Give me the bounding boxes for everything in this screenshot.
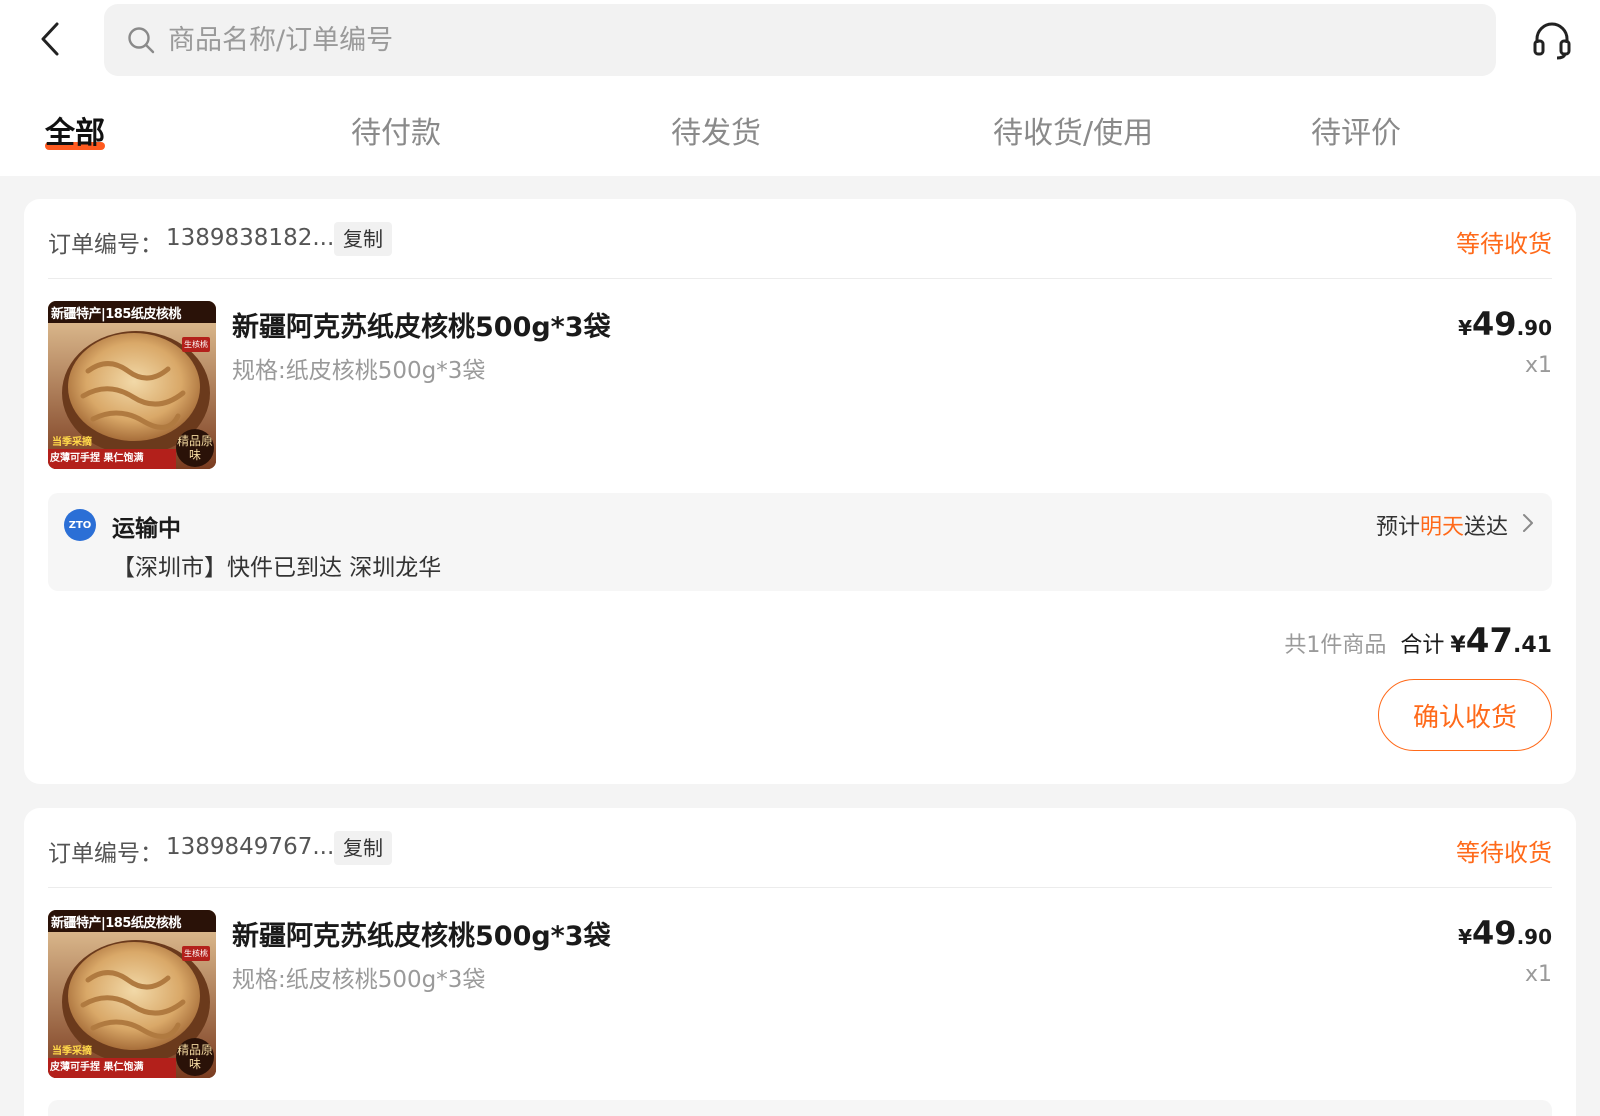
thumb-badge: 生核桃 <box>182 946 210 961</box>
delivery-eta: 预计明天送达 <box>1376 509 1508 541</box>
tab-label: 待付款 <box>351 116 441 151</box>
product-title[interactable]: 新疆阿克苏纸皮核桃500g*3袋 <box>232 305 611 344</box>
search-input[interactable] <box>168 24 1368 56</box>
price-currency: ¥ <box>1458 316 1473 340</box>
tab-all[interactable]: 全部 <box>45 108 105 158</box>
item-count: 共1件商品 <box>1284 633 1387 658</box>
confirm-receipt-button[interactable]: 确认收货 <box>1378 679 1552 751</box>
thumb-tag-bottom: 皮薄可手捏 果仁饱满 <box>48 449 176 469</box>
logistics-panel-partial[interactable] <box>48 1100 1552 1116</box>
tab-pending-receipt[interactable]: 待收货/使用 <box>993 108 1153 158</box>
product-row[interactable]: 新疆特产|185纸皮核桃 生核桃 当季采摘 皮薄可手捏 果仁饱满 精品原味 新疆… <box>48 910 1552 1080</box>
logistics-status: 运输中 <box>112 516 181 542</box>
order-number: 1389849767... <box>166 834 335 860</box>
total-decimal: .41 <box>1513 633 1552 658</box>
eta-highlight: 明天 <box>1419 515 1464 540</box>
order-number-label: 订单编号： <box>48 232 163 258</box>
product-spec: 规格:纸皮核桃500g*3袋 <box>232 358 486 384</box>
chevron-left-icon <box>41 22 59 56</box>
order-status: 等待收货 <box>1456 839 1552 867</box>
tab-label: 待发货 <box>671 116 761 151</box>
copy-order-number-button[interactable]: 复制 <box>334 831 392 865</box>
logistics-panel[interactable]: ZTO 运输中 【深圳市】快件已到达 深圳龙华 预计明天送达 <box>48 493 1552 591</box>
copy-order-number-button[interactable]: 复制 <box>334 222 392 256</box>
order-status: 等待收货 <box>1456 230 1552 258</box>
order-header: 订单编号： 1389849767... 复制 等待收货 <box>48 808 1552 888</box>
order-card[interactable]: 订单编号： 1389838182... 复制 等待收货 新疆特产|185纸皮核桃… <box>24 199 1576 784</box>
eta-suffix: 送达 <box>1463 515 1508 540</box>
thumb-banner: 新疆特产|185纸皮核桃 <box>51 916 181 931</box>
tab-all-label: 全部 <box>45 116 105 151</box>
headset-icon <box>1533 22 1571 60</box>
thumb-tag-top: 当季采摘 <box>52 437 92 448</box>
total-label: 合计 <box>1400 633 1445 658</box>
product-spec: 规格:纸皮核桃500g*3袋 <box>232 967 486 993</box>
total-integer: 47 <box>1465 621 1514 661</box>
order-header: 订单编号： 1389838182... 复制 等待收货 <box>48 199 1552 279</box>
search-icon <box>126 25 156 55</box>
top-bar: 全部 待付款 待发货 待收货/使用 待评价 <box>0 0 1600 176</box>
customer-service-button[interactable] <box>1528 16 1576 64</box>
thumb-tag-bottom: 皮薄可手捏 果仁饱满 <box>48 1058 176 1078</box>
tab-pending-shipment[interactable]: 待发货 <box>671 108 761 158</box>
product-title[interactable]: 新疆阿克苏纸皮核桃500g*3袋 <box>232 914 611 953</box>
price-integer: 49 <box>1472 914 1517 952</box>
product-quantity: x1 <box>1524 353 1552 378</box>
carrier-logo-icon: ZTO <box>64 509 96 541</box>
chevron-right-icon <box>1518 511 1538 535</box>
search-bar[interactable] <box>104 4 1496 76</box>
order-summary: 共1件商品 合计 ¥47.41 <box>1284 621 1552 661</box>
price-decimal: .90 <box>1516 316 1552 340</box>
price-integer: 49 <box>1472 305 1517 343</box>
back-button[interactable] <box>30 17 70 61</box>
product-thumbnail[interactable]: 新疆特产|185纸皮核桃 生核桃 当季采摘 皮薄可手捏 果仁饱满 精品原味 <box>48 910 216 1078</box>
thumb-badge: 生核桃 <box>182 337 210 352</box>
tab-label: 待收货/使用 <box>993 116 1154 151</box>
eta-prefix: 预计 <box>1375 515 1420 540</box>
order-number: 1389838182... <box>166 225 335 251</box>
product-thumbnail[interactable]: 新疆特产|185纸皮核桃 生核桃 当季采摘 皮薄可手捏 果仁饱满 精品原味 <box>48 301 216 469</box>
tab-label: 待评价 <box>1311 116 1401 151</box>
thumb-banner: 新疆特产|185纸皮核桃 <box>51 307 181 322</box>
product-quantity: x1 <box>1524 962 1552 987</box>
tab-pending-payment[interactable]: 待付款 <box>351 108 441 158</box>
thumb-corner: 精品原味 <box>176 1038 214 1076</box>
product-price: ¥49.90 <box>1458 914 1552 952</box>
thumb-tag-top: 当季采摘 <box>52 1046 92 1057</box>
order-number-label: 订单编号： <box>48 841 163 867</box>
price-decimal: .90 <box>1516 925 1552 949</box>
tab-pending-review[interactable]: 待评价 <box>1311 108 1401 158</box>
product-price: ¥49.90 <box>1458 305 1552 343</box>
order-card[interactable]: 订单编号： 1389849767... 复制 等待收货 新疆特产|185纸皮核桃… <box>24 808 1576 1116</box>
thumb-corner: 精品原味 <box>176 429 214 467</box>
product-row[interactable]: 新疆特产|185纸皮核桃 生核桃 当季采摘 皮薄可手捏 果仁饱满 精品原味 新疆… <box>48 301 1552 471</box>
total-currency: ¥ <box>1450 633 1466 658</box>
logistics-detail: 【深圳市】快件已到达 深圳龙华 <box>112 555 442 581</box>
price-currency: ¥ <box>1458 925 1473 949</box>
